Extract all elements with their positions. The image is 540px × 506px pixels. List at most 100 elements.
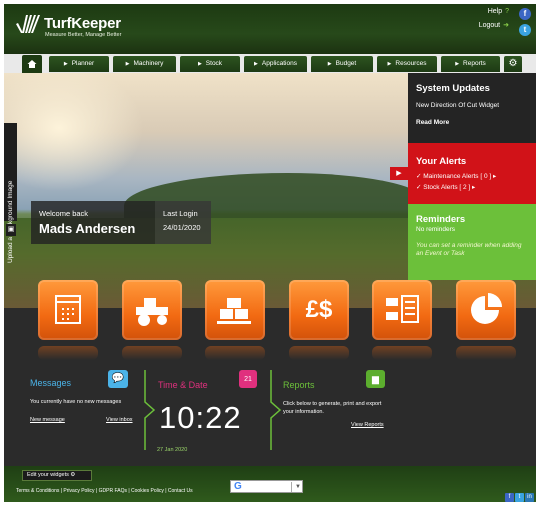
message-bubble-icon: 💬 xyxy=(108,370,128,388)
google-translate-select[interactable]: G ▼ xyxy=(230,480,303,493)
time-date-title: Time & Date xyxy=(158,380,208,390)
tab-reports[interactable]: ▶ Reports xyxy=(441,56,500,72)
arrow-right-icon: ▶ xyxy=(254,61,258,67)
gear-icon: ⚙ xyxy=(508,58,518,69)
help-link[interactable]: Help? xyxy=(488,8,509,15)
reminders-title: Reminders xyxy=(416,214,466,225)
arrow-right-icon: ▶ xyxy=(327,61,332,67)
facebook-icon[interactable]: f xyxy=(519,8,531,20)
home-icon xyxy=(27,60,37,68)
tab-label: Stock xyxy=(205,60,223,67)
chevron-down-icon: ▼ xyxy=(291,482,301,492)
tile-reflection xyxy=(372,346,432,360)
tab-label: Machinery xyxy=(133,60,164,67)
home-tab[interactable] xyxy=(22,55,42,73)
app-title: TurfKeeper xyxy=(44,15,121,32)
google-icon: G xyxy=(234,481,242,492)
upload-image-icon[interactable]: ▣ xyxy=(6,224,16,236)
facebook-icon[interactable]: f xyxy=(505,493,514,502)
logout-arrow-icon: ➜ xyxy=(503,22,509,29)
help-label: Help xyxy=(487,8,503,15)
pie-chart-icon xyxy=(471,293,502,324)
arrow-right-icon: ▶ xyxy=(63,61,68,67)
last-login-label: Last Login xyxy=(163,209,198,218)
bar-chart-icon: ▆ xyxy=(366,370,385,388)
stock-alerts-label: Stock Alerts [ 2 ] ▸ xyxy=(423,184,476,191)
new-message-link[interactable]: New message xyxy=(30,417,65,423)
logout-link[interactable]: Logout ➜ xyxy=(479,21,509,29)
linkedin-icon[interactable]: in xyxy=(525,493,534,502)
arrow-right-icon: ▶ xyxy=(455,61,460,67)
arrow-right-icon: ▶ xyxy=(197,61,202,67)
clock-time: 10:22 xyxy=(159,400,242,435)
reports-tile[interactable] xyxy=(456,280,516,340)
alerts-pointer-icon: ▶ xyxy=(390,167,408,180)
turfkeeper-logo-icon xyxy=(16,15,40,33)
budget-tile[interactable]: £$ xyxy=(289,280,349,340)
edit-widgets-label: Edit your widgets xyxy=(27,472,69,478)
tile-reflection xyxy=(289,346,349,360)
currency-icon: £$ xyxy=(305,296,333,323)
gear-icon: ⚙ xyxy=(70,472,76,478)
tractor-icon xyxy=(136,298,168,326)
alerts-title: Your Alerts xyxy=(416,156,467,167)
system-update-item[interactable]: New Direction Of Cut Widget xyxy=(416,102,499,109)
logout-label: Logout xyxy=(478,22,501,29)
tile-reflection xyxy=(38,346,98,360)
tab-label: Planner xyxy=(71,60,95,67)
app-tagline: Measure Better, Manage Better xyxy=(45,32,122,38)
tab-planner[interactable]: ▶ Planner xyxy=(49,56,109,72)
messages-title: Messages xyxy=(30,378,72,388)
calendar-icon xyxy=(55,295,81,324)
footer-links[interactable]: Terms & Conditions | Privacy Policy | GD… xyxy=(16,488,193,494)
clock-date: 27 Jan 2020 xyxy=(157,447,188,453)
chevron-divider-icon xyxy=(270,370,282,450)
reports-text: Click below to generate, print and expor… xyxy=(283,401,382,415)
tab-stock[interactable]: ▶ Stock xyxy=(180,56,240,72)
tab-machinery[interactable]: ▶ Machinery xyxy=(113,56,176,72)
view-inbox-link[interactable]: View inbox xyxy=(106,417,133,423)
tab-budget[interactable]: ▶ Budget xyxy=(311,56,373,72)
reminders-status: No reminders xyxy=(416,226,456,233)
maintenance-alerts-label: Maintenance Alerts [ 0 ] ▸ xyxy=(423,173,497,180)
tile-reflection xyxy=(456,346,516,360)
edit-widgets-button[interactable]: Edit your widgets ⚙ xyxy=(22,470,92,481)
tab-label: Reports xyxy=(463,60,486,67)
resources-tile[interactable] xyxy=(372,280,432,340)
read-more-link[interactable]: Read More xyxy=(416,119,449,126)
upload-background-label: Upload a Background Image xyxy=(7,180,14,263)
last-login-box: Last Login 24/01/2020 xyxy=(155,201,211,244)
planner-tile[interactable] xyxy=(38,280,98,340)
arrow-right-icon: ▶ xyxy=(387,61,392,67)
machinery-tile[interactable] xyxy=(122,280,182,340)
pallet-icon xyxy=(217,298,251,324)
tile-reflection xyxy=(205,346,265,360)
resources-icon xyxy=(386,295,419,323)
help-icon: ? xyxy=(505,8,509,15)
last-login-date: 24/01/2020 xyxy=(163,223,201,232)
view-reports-link[interactable]: View Reports xyxy=(351,422,384,428)
system-updates-title: System Updates xyxy=(416,83,490,94)
reminders-panel: Reminders No reminders You can set a rem… xyxy=(408,204,536,280)
stock-alerts-link[interactable]: ✓ Stock Alerts [ 2 ] ▸ xyxy=(416,183,475,191)
alerts-panel: Your Alerts ✓ Maintenance Alerts [ 0 ] ▸… xyxy=(408,143,536,204)
welcome-label: Welcome back xyxy=(39,209,89,218)
main-nav: ▶ Planner ▶ Machinery ▶ Stock ▶ Applications… xyxy=(4,54,536,73)
maintenance-alerts-link[interactable]: ✓ Maintenance Alerts [ 0 ] ▸ xyxy=(416,172,496,180)
reports-title: Reports xyxy=(283,380,315,390)
system-updates-panel: System Updates New Direction Of Cut Widg… xyxy=(408,73,536,143)
reminders-hint: You can set a reminder when adding an Ev… xyxy=(416,242,522,257)
settings-tab[interactable]: ⚙ xyxy=(504,56,522,72)
tab-applications[interactable]: ▶ Applications xyxy=(244,56,307,72)
user-name: Mads Andersen xyxy=(39,221,136,236)
messages-widget: Messages xyxy=(30,378,71,388)
twitter-icon[interactable]: t xyxy=(515,493,524,502)
twitter-icon[interactable]: t xyxy=(519,24,531,36)
tile-reflection xyxy=(122,346,182,360)
stock-tile[interactable] xyxy=(205,280,265,340)
dashboard: TurfKeeper Measure Better, Manage Better… xyxy=(4,4,536,502)
chevron-divider-icon xyxy=(144,370,156,450)
upload-background-tab[interactable]: Upload a Background Image xyxy=(4,123,17,263)
tab-label: Resources xyxy=(395,60,427,67)
tab-resources[interactable]: ▶ Resources xyxy=(377,56,437,72)
